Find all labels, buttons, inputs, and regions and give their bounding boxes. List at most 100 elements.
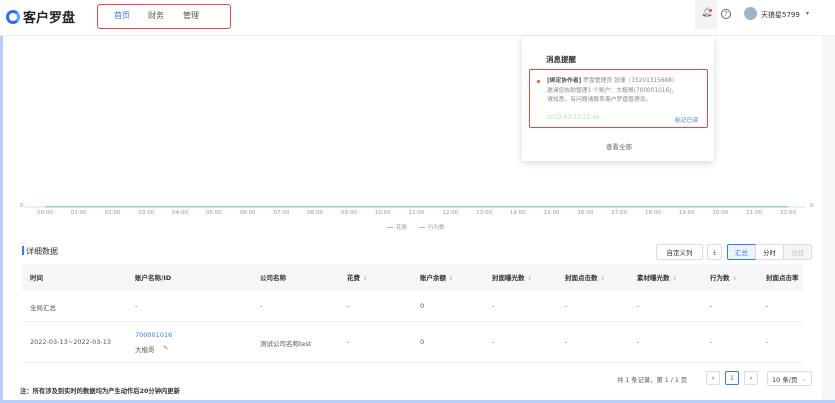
notification-time: 2022-03-13 22:48 <box>547 115 600 121</box>
notification-item[interactable]: [绑定协作者] 罗盘管理员 张珊（15201315688） 邀请您协助管理1 个… <box>529 69 708 128</box>
table-cell: - <box>710 338 713 346</box>
chevron-down-icon[interactable]: ▾ <box>806 10 809 17</box>
pagination-summary: 共 1 条记录，第 1 / 1 页 <box>617 377 688 384</box>
notification-line2: 邀请您协助管理1 个账户：大楷哥(700001016)， <box>547 87 678 94</box>
logo-text: 客户罗盘 <box>23 11 76 26</box>
table-cell: - <box>637 338 640 346</box>
table-cell: - <box>492 338 495 346</box>
unread-dot <box>537 80 540 83</box>
x-tick-label: 18:00 <box>644 210 661 216</box>
table-cell: - <box>710 302 713 310</box>
x-tick-label: 05:00 <box>205 210 222 216</box>
nav-home[interactable]: 首页 <box>114 10 130 21</box>
x-tick-label: 16:00 <box>577 210 594 216</box>
logo[interactable]: 客户罗盘 <box>6 7 75 26</box>
chevron-down-icon: ⌄ <box>801 374 807 383</box>
x-tick-label: 14:00 <box>509 210 526 216</box>
x-tick-label: 03:00 <box>138 210 155 216</box>
nav-manage[interactable]: 管理 <box>183 10 199 21</box>
column-header[interactable]: 行为数 ⇕ <box>710 272 737 282</box>
table-cell: - <box>565 338 568 346</box>
y-left-zero: 0 <box>20 203 24 209</box>
x-tick-label: 20:00 <box>712 210 729 216</box>
column-header[interactable]: 素材曝光数 ⇕ <box>637 272 677 282</box>
avatar[interactable] <box>744 7 757 20</box>
table-cell: - <box>637 302 640 310</box>
table-cell: 2022-03-13~2022-03-13 <box>30 338 111 346</box>
x-tick-label: 15:00 <box>543 210 560 216</box>
bell-button[interactable]: 🔔︎ <box>695 0 717 29</box>
sort-icon[interactable]: ⇕ <box>363 276 367 282</box>
table-cell: 0 <box>420 302 425 310</box>
view-all-link[interactable]: 查看全部 <box>606 141 632 151</box>
x-tick-label: 09:00 <box>341 210 357 216</box>
unread-dot <box>709 9 712 12</box>
x-tick-label: 04:00 <box>172 210 189 216</box>
x-tick-label: 19:00 <box>678 210 695 216</box>
page-size-select[interactable]: 10 条/页 ⌄ <box>767 371 812 386</box>
account-name: 大楷哥 <box>135 346 155 354</box>
view-summary-button[interactable]: 汇总 <box>727 244 756 260</box>
table-cell: - <box>766 338 769 346</box>
x-tick-label: 22:00 <box>780 210 796 216</box>
column-header[interactable]: 封面点击数 ⇕ <box>565 272 605 282</box>
row-divider <box>22 362 803 363</box>
legend-item-actions[interactable]: 行为数 <box>419 223 445 231</box>
column-header: 公司名称 <box>260 274 286 282</box>
notification-line3: 请知悉，有问题请联系客户罗盘管理员。 <box>547 97 652 103</box>
mark-read-link[interactable]: 标记已读 <box>675 115 698 124</box>
logo-icon <box>6 9 20 24</box>
footnote: 注：所有涉及到实时的数据均为产生动作后20分钟内更新 <box>20 388 180 395</box>
x-tick-label: 07:00 <box>273 210 290 216</box>
x-tick-label: 08:00 <box>307 210 324 216</box>
section-title: 详细数据 <box>26 247 58 256</box>
view-daily-button: 分日 <box>783 244 812 260</box>
notification-line1: 罗盘管理员 张珊（15201315688） <box>583 78 678 84</box>
sort-icon[interactable]: ⇕ <box>733 276 737 282</box>
sort-icon[interactable]: ⇕ <box>528 276 532 282</box>
section-marker <box>22 246 24 255</box>
column-header[interactable]: 花费 ⇕ <box>347 272 367 282</box>
table-cell: - <box>347 338 350 346</box>
nav-finance[interactable]: 财务 <box>148 10 164 21</box>
popup-title: 消息提醒 <box>546 55 576 64</box>
column-header[interactable]: 封面曝光数 ⇕ <box>492 272 532 282</box>
legend-item-spend[interactable]: 花费 <box>387 223 407 231</box>
chart-legend: 花费 行为数 <box>387 223 445 231</box>
x-tick-label: 12:00 <box>442 210 459 216</box>
custom-columns-button[interactable]: 自定义列 <box>656 244 703 260</box>
page-1-button[interactable]: 1 <box>725 371 739 385</box>
column-header: 时间 <box>30 274 43 282</box>
account-id-link[interactable]: 700001016 <box>135 331 172 339</box>
sort-icon[interactable]: ⇕ <box>449 276 453 282</box>
table-cell: - <box>347 302 350 310</box>
column-header[interactable]: 账户余额 ⇕ <box>420 272 453 282</box>
x-tick-label: 10:00 <box>374 210 391 216</box>
username[interactable]: 天狼星5799 <box>761 10 800 20</box>
x-tick-label: 11:00 <box>408 210 425 216</box>
y-right-zero: 0 <box>810 203 814 209</box>
column-header[interactable]: 封面点击率 <box>766 272 799 282</box>
notification-popup: 消息提醒 [绑定协作者] 罗盘管理员 张珊（15201315688） 邀请您协助… <box>522 36 714 161</box>
x-tick-label: 00:00 <box>37 210 53 216</box>
sort-icon[interactable]: ⇕ <box>673 276 677 282</box>
table-cell: - <box>135 302 138 310</box>
notification-tag: [绑定协作者] <box>547 78 582 84</box>
x-tick-label: 17:00 <box>611 210 628 216</box>
next-page-button[interactable]: › <box>744 371 758 385</box>
prev-page-button[interactable]: ‹ <box>706 371 720 385</box>
sort-icon[interactable]: ⇕ <box>601 276 605 282</box>
view-hourly-button[interactable]: 分时 <box>755 244 784 260</box>
column-header: 账户名称/ID <box>135 274 172 282</box>
table-cell: - <box>766 302 769 310</box>
download-button[interactable]: ⤓ <box>707 244 722 260</box>
x-tick-label: 06:00 <box>239 210 256 216</box>
table-cell: - <box>565 302 568 310</box>
table-cell: 0 <box>420 338 425 346</box>
x-tick-label: 21:00 <box>746 210 763 216</box>
table-cell: - <box>260 302 263 310</box>
edit-icon[interactable]: ✎ <box>163 344 168 352</box>
table-cell: 全局汇总 <box>30 304 56 312</box>
x-tick-label: 02:00 <box>104 210 121 216</box>
help-icon[interactable]: ? <box>721 9 731 19</box>
